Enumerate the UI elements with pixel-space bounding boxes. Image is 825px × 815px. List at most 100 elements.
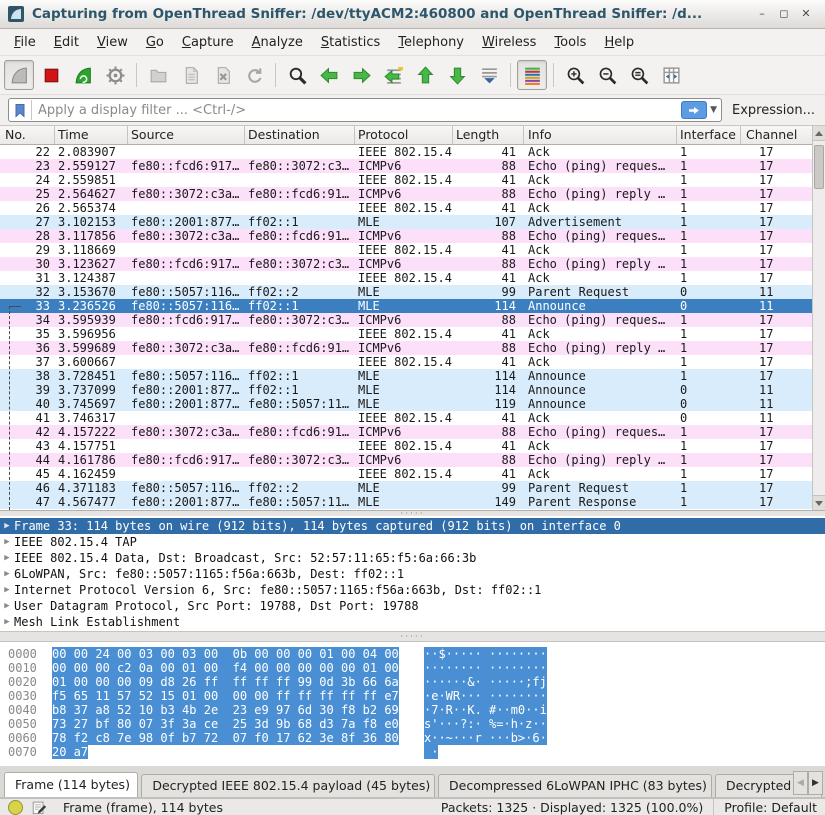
packet-row-46[interactable]: 464.371183fe80::5057:116…ff02::2MLE99Par… bbox=[0, 481, 812, 495]
menu-statistics[interactable]: Statistics bbox=[313, 32, 388, 53]
packet-row-30[interactable]: 303.123627fe80::fcd6:917…fe80::3072:c3…I… bbox=[0, 257, 812, 271]
packet-row-23[interactable]: 232.559127fe80::fcd6:917…fe80::3072:c3…I… bbox=[0, 159, 812, 173]
packet-row-25[interactable]: 252.564627fe80::3072:c3a…fe80::fcd6:91…I… bbox=[0, 187, 812, 201]
packet-row-37[interactable]: 373.600667IEEE 802.15.441Ack117 bbox=[0, 355, 812, 369]
packet-row-27[interactable]: 273.102153fe80::2001:877…ff02::1MLE107Ad… bbox=[0, 215, 812, 229]
expand-arrow-icon[interactable]: ▶ bbox=[0, 614, 14, 630]
detail-line-2[interactable]: ▶IEEE 802.15.4 Data, Dst: Broadcast, Src… bbox=[0, 550, 825, 566]
tab-scroll-left-icon[interactable]: ◀ bbox=[793, 771, 808, 795]
expand-arrow-icon[interactable]: ▶ bbox=[0, 534, 14, 550]
file-close-button[interactable] bbox=[207, 60, 237, 90]
hex-row-0070[interactable]: 007020 a7 · bbox=[0, 745, 825, 759]
display-filter-input[interactable] bbox=[32, 101, 681, 119]
packet-row-33[interactable]: 333.236526fe80::5057:116…ff02::1MLE114An… bbox=[0, 299, 812, 313]
column-header-info[interactable]: Info bbox=[524, 126, 677, 144]
maximize-button[interactable]: ◻ bbox=[773, 0, 795, 28]
packet-row-26[interactable]: 262.565374IEEE 802.15.441Ack117 bbox=[0, 201, 812, 215]
hex-row-0060[interactable]: 006078 f2 c8 7e 98 0f b7 72 07 f0 17 62 … bbox=[0, 731, 825, 745]
packet-row-28[interactable]: 283.117856fe80::3072:c3a…fe80::fcd6:91…I… bbox=[0, 229, 812, 243]
detail-line-3[interactable]: ▶6LoWPAN, Src: fe80::5057:1165:f56a:663b… bbox=[0, 566, 825, 582]
packet-row-41[interactable]: 413.746317IEEE 802.15.441Ack011 bbox=[0, 411, 812, 425]
go-last-button[interactable] bbox=[442, 60, 472, 90]
go-first-button[interactable] bbox=[410, 60, 440, 90]
capture-options-button[interactable] bbox=[100, 60, 130, 90]
packet-row-44[interactable]: 444.161786fe80::fcd6:917…fe80::3072:c3…I… bbox=[0, 453, 812, 467]
scrollbar-thumb[interactable] bbox=[814, 145, 824, 189]
filter-bookmark-icon[interactable] bbox=[9, 100, 32, 120]
scrollbar-trough[interactable] bbox=[813, 141, 825, 495]
packet-row-31[interactable]: 313.124387IEEE 802.15.441Ack117 bbox=[0, 271, 812, 285]
column-header-iface[interactable]: Interface ID bbox=[677, 126, 741, 144]
scroll-down-button[interactable] bbox=[813, 495, 825, 510]
packet-list-scrollbar[interactable] bbox=[812, 126, 825, 510]
detail-line-4[interactable]: ▶Internet Protocol Version 6, Src: fe80:… bbox=[0, 582, 825, 598]
menu-go[interactable]: Go bbox=[138, 32, 172, 53]
expand-arrow-icon[interactable]: ▶ bbox=[0, 598, 14, 614]
packet-row-36[interactable]: 363.599689fe80::3072:c3a…fe80::fcd6:91…I… bbox=[0, 341, 812, 355]
expand-arrow-icon[interactable]: ▶ bbox=[0, 566, 14, 582]
hex-row-0040[interactable]: 0040b8 37 a8 52 10 b3 4b 2e 23 e9 97 6d … bbox=[0, 703, 825, 717]
packet-row-35[interactable]: 353.596956IEEE 802.15.441Ack117 bbox=[0, 327, 812, 341]
file-open-button[interactable] bbox=[143, 60, 173, 90]
detail-line-5[interactable]: ▶User Datagram Protocol, Src Port: 19788… bbox=[0, 598, 825, 614]
hex-row-0000[interactable]: 000000 00 24 00 03 00 03 00 0b 00 00 00 … bbox=[0, 647, 825, 661]
hex-row-0010[interactable]: 001000 00 00 c2 0a 00 01 00 f4 00 00 00 … bbox=[0, 661, 825, 675]
bytes-tab-2[interactable]: Decompressed 6LoWPAN IPHC (83 bytes) bbox=[438, 774, 712, 797]
bytes-tab-1[interactable]: Decrypted IEEE 802.15.4 payload (45 byte… bbox=[141, 774, 435, 797]
zoom-in-button[interactable] bbox=[560, 60, 590, 90]
column-header-len[interactable]: Length bbox=[453, 126, 524, 144]
packet-row-45[interactable]: 454.162459IEEE 802.15.441Ack117 bbox=[0, 467, 812, 481]
packet-row-32[interactable]: 323.153670fe80::5057:116…ff02::2MLE99Par… bbox=[0, 285, 812, 299]
go-forward-button[interactable] bbox=[346, 60, 376, 90]
close-button[interactable]: ✕ bbox=[795, 0, 817, 28]
packet-row-24[interactable]: 242.559851IEEE 802.15.441Ack117 bbox=[0, 173, 812, 187]
packet-row-40[interactable]: 403.745697fe80::2001:877…fe80::5057:11…M… bbox=[0, 397, 812, 411]
capture-restart-button[interactable] bbox=[68, 60, 98, 90]
menu-help[interactable]: Help bbox=[596, 32, 642, 53]
menu-analyze[interactable]: Analyze bbox=[244, 32, 311, 53]
splitter-detail-bytes[interactable]: ····· bbox=[0, 631, 825, 642]
menu-view[interactable]: View bbox=[89, 32, 136, 53]
apply-filter-button[interactable] bbox=[681, 101, 707, 119]
column-header-dst[interactable]: Destination bbox=[245, 126, 355, 144]
expand-arrow-icon[interactable]: ▶ bbox=[0, 518, 14, 534]
detail-line-6[interactable]: ▶Mesh Link Establishment bbox=[0, 614, 825, 630]
resize-columns-button[interactable] bbox=[656, 60, 686, 90]
menu-edit[interactable]: Edit bbox=[46, 32, 87, 53]
minimize-button[interactable]: – bbox=[751, 0, 773, 28]
packet-row-34[interactable]: 343.595939fe80::fcd6:917…fe80::3072:c3…I… bbox=[0, 313, 812, 327]
menu-wireless[interactable]: Wireless bbox=[474, 32, 544, 53]
column-header-ch[interactable]: Channel bbox=[741, 126, 812, 144]
expression-button[interactable]: Expression... bbox=[728, 103, 819, 118]
hex-row-0050[interactable]: 005073 27 bf 80 07 3f 3a ce 25 3d 9b 68 … bbox=[0, 717, 825, 731]
packet-row-22[interactable]: 222.083907IEEE 802.15.441Ack117 bbox=[0, 145, 812, 159]
auto-scroll-button[interactable] bbox=[474, 60, 504, 90]
column-header-no[interactable]: No. bbox=[0, 126, 55, 144]
detail-line-1[interactable]: ▶IEEE 802.15.4 TAP bbox=[0, 534, 825, 550]
zoom-reset-button[interactable] bbox=[624, 60, 654, 90]
go-back-button[interactable] bbox=[314, 60, 344, 90]
menu-tools[interactable]: Tools bbox=[546, 32, 594, 53]
capture-stop-button[interactable] bbox=[36, 60, 66, 90]
scroll-up-button[interactable] bbox=[813, 126, 825, 141]
capture-start-button[interactable] bbox=[4, 60, 34, 90]
column-header-src[interactable]: Source bbox=[128, 126, 245, 144]
column-header-time[interactable]: Time bbox=[55, 126, 128, 144]
menu-file[interactable]: File bbox=[6, 32, 44, 53]
status-profile[interactable]: Profile: Default bbox=[724, 800, 817, 815]
expand-arrow-icon[interactable]: ▶ bbox=[0, 582, 14, 598]
column-header-proto[interactable]: Protocol bbox=[355, 126, 453, 144]
packet-row-47[interactable]: 474.567477fe80::2001:877…fe80::5057:11…M… bbox=[0, 495, 812, 509]
packet-row-39[interactable]: 393.737099fe80::2001:877…ff02::1MLE114An… bbox=[0, 383, 812, 397]
expand-arrow-icon[interactable]: ▶ bbox=[0, 550, 14, 566]
filter-history-dropdown-icon[interactable]: ▼ bbox=[709, 105, 721, 115]
colorize-button[interactable] bbox=[517, 60, 547, 90]
packet-row-38[interactable]: 383.728451fe80::5057:116…ff02::1MLE114An… bbox=[0, 369, 812, 383]
packet-row-29[interactable]: 293.118669IEEE 802.15.441Ack117 bbox=[0, 243, 812, 257]
packet-row-43[interactable]: 434.157751IEEE 802.15.441Ack117 bbox=[0, 439, 812, 453]
menu-capture[interactable]: Capture bbox=[174, 32, 242, 53]
go-to-packet-button[interactable] bbox=[378, 60, 408, 90]
capture-comment-icon[interactable] bbox=[31, 799, 47, 815]
detail-line-0[interactable]: ▶Frame 33: 114 bytes on wire (912 bits),… bbox=[0, 518, 825, 534]
file-save-button[interactable] bbox=[175, 60, 205, 90]
